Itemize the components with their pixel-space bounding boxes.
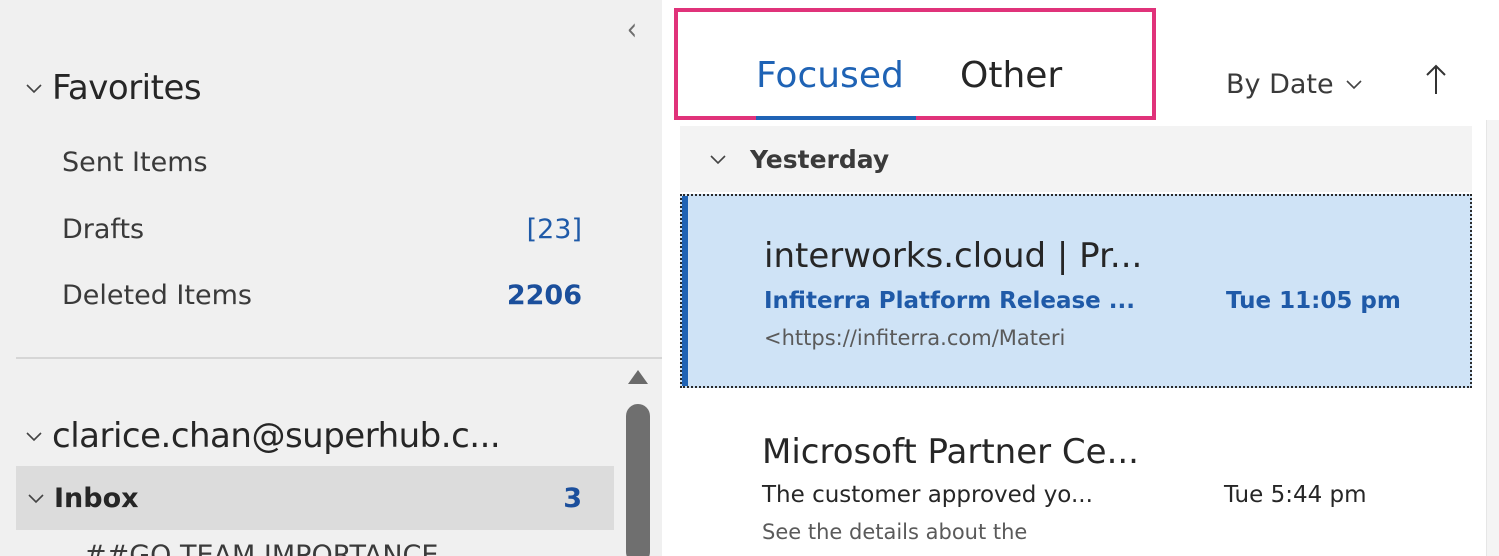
message-item-selected[interactable]: interworks.cloud | Pr... Infiterra Platf… [680, 194, 1472, 388]
message-sender: interworks.cloud | Pr... [764, 236, 1143, 276]
tab-focused[interactable]: Focused [756, 54, 904, 98]
unread-indicator-bar [682, 196, 688, 386]
active-tab-indicator [756, 116, 916, 120]
date-group-header[interactable]: Yesterday [680, 126, 1472, 192]
favorites-header[interactable]: Favorites [26, 64, 202, 112]
folder-label: Drafts [62, 213, 145, 245]
sort-direction-up-arrow-icon[interactable] [1424, 60, 1448, 100]
reading-pane-edge [1486, 120, 1499, 556]
sort-by-button[interactable]: By Date [1226, 64, 1362, 104]
message-sender: Microsoft Partner Ce... [762, 432, 1139, 472]
chevron-down-icon [26, 428, 42, 444]
scroll-thumb[interactable] [626, 404, 650, 556]
message-time: Tue 5:44 pm [1224, 482, 1367, 508]
folder-inbox[interactable]: Inbox 3 [16, 466, 614, 530]
folder-drafts[interactable]: Drafts [23] [62, 209, 582, 249]
message-list-pane: Focused Other By Date Yesterday interwor… [662, 0, 1499, 556]
account-label: clarice.chan@superhub.c... [52, 416, 501, 456]
message-subject: The customer approved yo... [762, 482, 1093, 508]
folder-label: Deleted Items [62, 279, 252, 311]
group-label: Yesterday [750, 144, 890, 174]
message-time: Tue 11:05 pm [1226, 288, 1401, 314]
collapse-pane-icon[interactable]: ‹ [620, 13, 644, 47]
folder-count: 2206 [506, 279, 582, 311]
section-divider [16, 357, 662, 359]
folder-deleted-items[interactable]: Deleted Items 2206 [62, 275, 582, 315]
inbox-label: Inbox [54, 482, 139, 514]
outlook-window: ‹ Favorites Sent Items Drafts [23] Delet… [0, 0, 1499, 556]
folder-count: [23] [526, 213, 582, 245]
chevron-down-icon [26, 80, 42, 96]
message-subject: Infiterra Platform Release ... [764, 288, 1135, 314]
folder-scrollbar[interactable] [624, 370, 652, 556]
folder-pane: ‹ Favorites Sent Items Drafts [23] Delet… [0, 0, 662, 556]
chevron-down-icon [28, 490, 44, 506]
focused-other-highlight [674, 8, 1156, 120]
tab-other[interactable]: Other [960, 54, 1062, 98]
folder-label: Sent Items [62, 146, 208, 178]
sort-label: By Date [1226, 68, 1334, 100]
message-item[interactable]: Microsoft Partner Ce... The customer app… [680, 392, 1472, 556]
message-preview: <https://infiterra.com/Materi [764, 326, 1066, 350]
scroll-up-icon[interactable] [628, 370, 648, 384]
favorites-label: Favorites [52, 68, 202, 108]
account-header[interactable]: clarice.chan@superhub.c... [26, 412, 501, 460]
chevron-down-icon [1346, 76, 1362, 92]
inbox-label-group: Inbox [28, 483, 139, 514]
folder-sent-items[interactable]: Sent Items [62, 142, 582, 182]
subfolder-item[interactable]: ##GO TEAM IMPORTANCE [84, 540, 438, 556]
chevron-down-icon [710, 151, 726, 167]
inbox-row-content: Inbox 3 [28, 466, 582, 530]
inbox-unread-count: 3 [563, 482, 582, 514]
message-preview: See the details about the [762, 520, 1028, 544]
